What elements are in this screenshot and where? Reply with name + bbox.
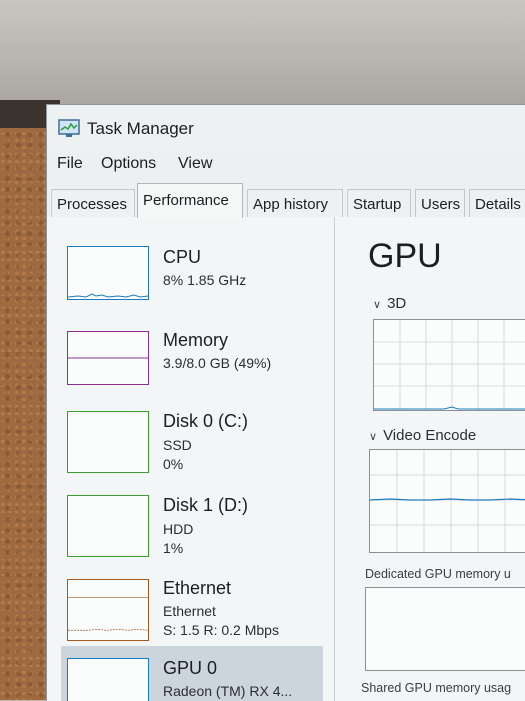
ethernet-thumbnail-graph: [67, 579, 149, 641]
window-title: Task Manager: [87, 119, 194, 138]
cpu-thumbnail-graph: [67, 246, 149, 300]
sidebar-item-gpu-0[interactable]: GPU 0 Radeon (TM) RX 4...: [61, 646, 323, 701]
ethernet-adapter: Ethernet: [163, 603, 216, 619]
sidebar-item-ethernet[interactable]: Ethernet Ethernet S: 1.5 R: 0.2 Mbps: [47, 571, 334, 657]
ethernet-title: Ethernet: [163, 578, 232, 598]
disk-0-type: SSD: [163, 437, 192, 453]
photo-background-wall: [0, 0, 525, 105]
photo-background-corkboard: [0, 128, 50, 700]
gpu-detail-panel: GPU ∨ 3D ∨ Video Encode Dedicated GPU me…: [335, 217, 525, 701]
menu-options[interactable]: Options: [101, 155, 156, 173]
menu-view[interactable]: View: [178, 155, 212, 173]
disk-0-usage: 0%: [163, 456, 184, 472]
cpu-title: CPU: [163, 247, 202, 267]
tab-details[interactable]: Details: [469, 189, 525, 217]
ethernet-throughput: S: 1.5 R: 0.2 Mbps: [163, 622, 279, 638]
tab-startup[interactable]: Startup: [347, 189, 411, 217]
tab-users[interactable]: Users: [415, 189, 465, 217]
graph-3d-label[interactable]: ∨ 3D: [373, 295, 406, 312]
tab-performance[interactable]: Performance: [137, 183, 243, 218]
performance-content: CPU 8% 1.85 GHz Memory 3.9/8.0 GB (49%) …: [47, 217, 525, 701]
graph-video-encode: [369, 449, 525, 553]
task-manager-window: Task Manager File Options View Processes…: [46, 104, 525, 701]
gpu-0-title: GPU 0: [163, 658, 218, 678]
sidebar-item-disk-1[interactable]: Disk 1 (D:) HDD 1%: [47, 485, 334, 571]
disk-0-title: Disk 0 (C:): [163, 411, 248, 431]
task-manager-app-icon: [58, 119, 80, 137]
disk-1-usage: 1%: [163, 540, 184, 556]
shared-gpu-memory-label: Shared GPU memory usag: [361, 681, 512, 695]
tab-app-history[interactable]: App history: [247, 189, 343, 217]
sidebar-item-cpu[interactable]: CPU 8% 1.85 GHz: [47, 227, 334, 313]
disk-0-thumbnail-graph: [67, 411, 149, 473]
dedicated-gpu-memory-graph: [365, 587, 525, 671]
sidebar-item-memory[interactable]: Memory 3.9/8.0 GB (49%): [47, 313, 334, 399]
disk-1-title: Disk 1 (D:): [163, 495, 248, 515]
dedicated-gpu-memory-label: Dedicated GPU memory u: [365, 567, 511, 581]
chevron-down-icon: ∨: [369, 431, 378, 443]
gpu-0-thumbnail-graph: [67, 658, 149, 701]
memory-title: Memory: [163, 330, 229, 350]
graph-video-encode-label[interactable]: ∨ Video Encode: [369, 427, 476, 444]
graph-video-encode-grid: [369, 450, 525, 552]
resource-sidebar: CPU 8% 1.85 GHz Memory 3.9/8.0 GB (49%) …: [47, 217, 335, 701]
disk-1-thumbnail-graph: [67, 495, 149, 557]
graph-3d: [373, 319, 525, 411]
title-bar[interactable]: Task Manager: [47, 105, 525, 151]
graph-3d-grid: [374, 320, 525, 410]
tab-processes[interactable]: Processes: [51, 189, 135, 217]
chevron-down-icon: ∨: [373, 299, 382, 311]
tab-bar: Processes Performance App history Startu…: [47, 181, 525, 218]
memory-thumbnail-graph: [67, 331, 149, 385]
memory-usage: 3.9/8.0 GB (49%): [163, 355, 272, 371]
disk-1-type: HDD: [163, 521, 194, 537]
menu-file[interactable]: File: [57, 155, 83, 173]
sidebar-item-disk-0[interactable]: Disk 0 (C:) SSD 0%: [47, 399, 334, 485]
menu-bar: File Options View: [47, 151, 525, 181]
gpu-0-model: Radeon (TM) RX 4...: [163, 683, 293, 699]
cpu-usage: 8% 1.85 GHz: [163, 272, 247, 288]
gpu-heading: GPU: [368, 237, 442, 275]
